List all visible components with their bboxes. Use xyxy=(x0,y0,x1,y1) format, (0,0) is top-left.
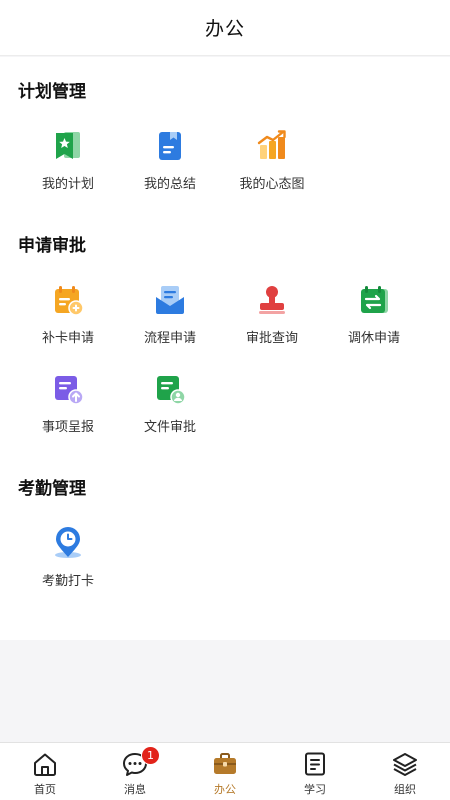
my-mindset-chart-button[interactable]: 我的心态图 xyxy=(221,129,323,209)
layers-icon xyxy=(393,753,417,776)
mindset-chart-icon xyxy=(257,130,286,159)
item-label: 我的计划 xyxy=(41,177,94,192)
upload-report-icon xyxy=(55,376,84,405)
attendance-clock-in-button[interactable]: 考勤打卡 xyxy=(17,526,119,606)
tab-messages[interactable]: 1 消息 xyxy=(90,743,180,800)
home-icon xyxy=(34,753,56,776)
process-request-button[interactable]: 流程申请 xyxy=(119,283,221,363)
section-title-approval: 申请审批 xyxy=(18,236,86,256)
item-label: 我的总结 xyxy=(143,177,196,192)
summary-document-icon xyxy=(159,132,181,160)
item-label: 补卡申请 xyxy=(41,331,94,346)
envelope-document-icon xyxy=(156,286,184,314)
item-label: 我的心态图 xyxy=(239,177,305,192)
tab-office[interactable]: 办公 xyxy=(180,743,270,800)
item-label: 审批查询 xyxy=(245,331,298,346)
item-label: 事项呈报 xyxy=(41,420,94,435)
section-title-attendance: 考勤管理 xyxy=(18,479,86,499)
approval-query-button[interactable]: 审批查询 xyxy=(221,283,323,363)
approval-stamp-icon xyxy=(259,286,285,314)
calendar-add-icon xyxy=(55,286,84,316)
briefcase-icon xyxy=(214,753,236,774)
card-makeup-request-button[interactable]: 补卡申请 xyxy=(17,283,119,363)
office-content: 计划管理 我的计划 我的总结 我的心态图 申请审批 补卡申请 流程申请 审批查询… xyxy=(0,57,450,640)
my-plan-button[interactable]: 我的计划 xyxy=(17,129,119,209)
file-user-icon xyxy=(157,376,186,405)
plan-flag-icon xyxy=(56,132,80,159)
item-label: 流程申请 xyxy=(143,331,196,346)
matter-report-button[interactable]: 事项呈报 xyxy=(17,372,119,452)
tab-label: 消息 xyxy=(124,783,146,796)
tab-label: 组织 xyxy=(394,783,416,796)
tab-label: 首页 xyxy=(34,783,56,796)
book-icon xyxy=(305,752,325,776)
section-title-plan: 计划管理 xyxy=(18,82,86,102)
shift-leave-request-button[interactable]: 调休申请 xyxy=(323,283,425,363)
clock-location-icon xyxy=(55,527,81,558)
tab-label: 学习 xyxy=(304,783,326,796)
tab-organization[interactable]: 组织 xyxy=(360,743,450,800)
page-title: 办公 xyxy=(204,18,245,40)
tab-home[interactable]: 首页 xyxy=(0,743,90,800)
item-label: 文件审批 xyxy=(143,420,196,435)
bottom-tab-bar: 首页 1 消息 办公 学习 组织 xyxy=(0,742,450,800)
top-bar: 办公 xyxy=(0,0,450,56)
item-label: 调休申请 xyxy=(347,331,400,346)
message-count-badge: 1 xyxy=(141,746,160,765)
calendar-swap-icon xyxy=(361,286,388,313)
file-approval-button[interactable]: 文件审批 xyxy=(119,372,221,452)
my-summary-button[interactable]: 我的总结 xyxy=(119,129,221,209)
tab-study[interactable]: 学习 xyxy=(270,743,360,800)
item-label: 考勤打卡 xyxy=(41,574,94,589)
tab-label: 办公 xyxy=(214,783,236,796)
